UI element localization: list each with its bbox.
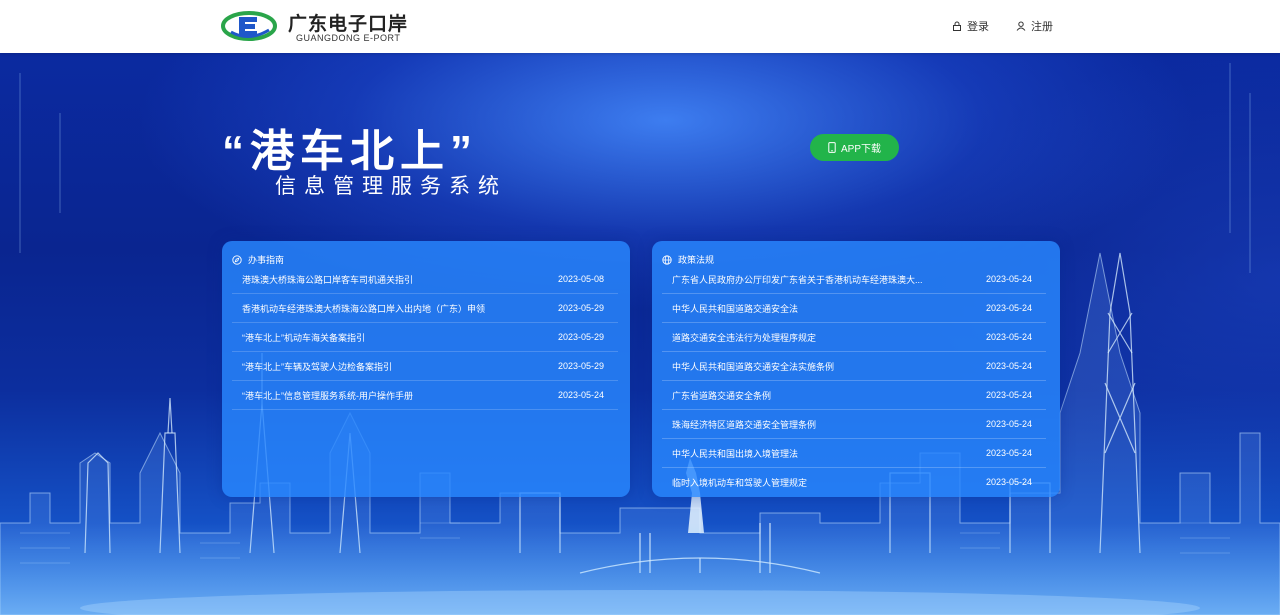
hero-banner: “港车北上” 信息管理服务系统 APP下载 办事指南 港珠澳大桥珠海公路口岸客车… (0, 53, 1280, 615)
user-icon (1016, 21, 1026, 31)
policy-item-title: 临时入境机动车和驾驶人管理规定 (672, 477, 808, 488)
brand-name-cn: 广东电子口岸 (288, 14, 409, 35)
phone-icon (828, 142, 836, 153)
app-download-label: APP下载 (840, 144, 881, 155)
policy-item-date: 2023-05-24 (985, 303, 1032, 313)
policy-list-item[interactable]: 广东省人民政府办公厅印发广东省关于香港机动车经港珠澳大... 2023-05-2… (662, 265, 1046, 294)
policy-item-title: 中华人民共和国出境入境管理法 (672, 448, 799, 459)
policy-item-date: 2023-05-24 (985, 332, 1032, 342)
register-label: 注册 (1031, 21, 1053, 33)
policy-item-date: 2023-05-24 (985, 419, 1032, 429)
policy-list-item[interactable]: 珠海经济特区道路交通安全管理条例 2023-05-24 (662, 410, 1046, 439)
login-label: 登录 (967, 21, 989, 33)
guide-item-date: 2023-05-29 (557, 332, 604, 342)
guide-item-title: 香港机动车经港珠澳大桥珠海公路口岸入出内地（广东）申领 (242, 303, 486, 314)
guide-list-item[interactable]: 香港机动车经港珠澳大桥珠海公路口岸入出内地（广东）申领 2023-05-29 (232, 294, 618, 323)
guide-list-item[interactable]: 港珠澳大桥珠海公路口岸客车司机通关指引 2023-05-08 (232, 265, 618, 294)
brand-name-en: GUANGDONG E-PORT (296, 33, 401, 43)
guide-item-title: “港车北上”车辆及驾驶人边检备案指引 (242, 361, 392, 372)
guide-list-item[interactable]: “港车北上”机动车海关备案指引 2023-05-29 (232, 323, 618, 352)
app-download-button[interactable]: APP下载 (810, 134, 899, 161)
policy-item-title: 中华人民共和国道路交通安全法 (672, 303, 799, 314)
lock-icon (953, 21, 961, 31)
policy-list-item[interactable]: 临时入境机动车和驾驶人管理规定 2023-05-24 (662, 468, 1046, 496)
policy-list-item[interactable]: 中华人民共和国道路交通安全法 2023-05-24 (662, 294, 1046, 323)
guide-item-title: 港珠澳大桥珠海公路口岸客车司机通关指引 (242, 274, 414, 285)
login-link[interactable]: 登录 (952, 18, 989, 34)
guide-list-item[interactable]: “港车北上”车辆及驾驶人边检备案指引 2023-05-29 (232, 352, 618, 381)
hero-subtitle: 信息管理服务系统 (275, 175, 507, 198)
policy-item-date: 2023-05-24 (985, 390, 1032, 400)
policy-panel: 政策法规 广东省人民政府办公厅印发广东省关于香港机动车经港珠澳大... 2023… (652, 241, 1060, 497)
policy-item-title: 中华人民共和国道路交通安全法实施条例 (672, 361, 835, 372)
guide-item-title: “港车北上”信息管理服务系统-用户操作手册 (242, 390, 413, 401)
policy-list-item[interactable]: 中华人民共和国道路交通安全法实施条例 2023-05-24 (662, 352, 1046, 381)
globe-icon (662, 254, 672, 265)
policy-item-title: 广东省人民政府办公厅印发广东省关于香港机动车经港珠澳大... (672, 274, 923, 285)
policy-item-title: 广东省道路交通安全条例 (672, 390, 772, 401)
guide-panel: 办事指南 港珠澳大桥珠海公路口岸客车司机通关指引 2023-05-08 香港机动… (222, 241, 630, 497)
policy-list-item[interactable]: 中华人民共和国出境入境管理法 2023-05-24 (662, 439, 1046, 468)
policy-item-title: 道路交通安全违法行为处理程序规定 (672, 332, 817, 343)
policy-item-date: 2023-05-24 (985, 448, 1032, 458)
policy-item-date: 2023-05-24 (985, 477, 1032, 487)
guide-list-item[interactable]: “港车北上”信息管理服务系统-用户操作手册 2023-05-24 (232, 381, 618, 410)
guide-item-date: 2023-05-29 (557, 303, 604, 313)
policy-item-date: 2023-05-24 (985, 361, 1032, 371)
policy-item-date: 2023-05-24 (985, 274, 1032, 284)
city-skyline-illustration (0, 63, 1280, 615)
top-header: 广东电子口岸 GUANGDONG E-PORT 登录 注册 (0, 0, 1280, 53)
guide-item-title: “港车北上”机动车海关备案指引 (242, 332, 365, 343)
policy-list-item[interactable]: 道路交通安全违法行为处理程序规定 2023-05-24 (662, 323, 1046, 352)
guide-item-date: 2023-05-29 (557, 361, 604, 371)
policy-item-title: 珠海经济特区道路交通安全管理条例 (672, 419, 817, 430)
guide-item-date: 2023-05-08 (557, 274, 604, 284)
compass-icon (232, 254, 242, 265)
guangdong-eport-logo[interactable] (221, 8, 277, 44)
policy-list-item[interactable]: 广东省道路交通安全条例 2023-05-24 (662, 381, 1046, 410)
register-link[interactable]: 注册 (1016, 18, 1053, 34)
guide-item-date: 2023-05-24 (557, 390, 604, 400)
